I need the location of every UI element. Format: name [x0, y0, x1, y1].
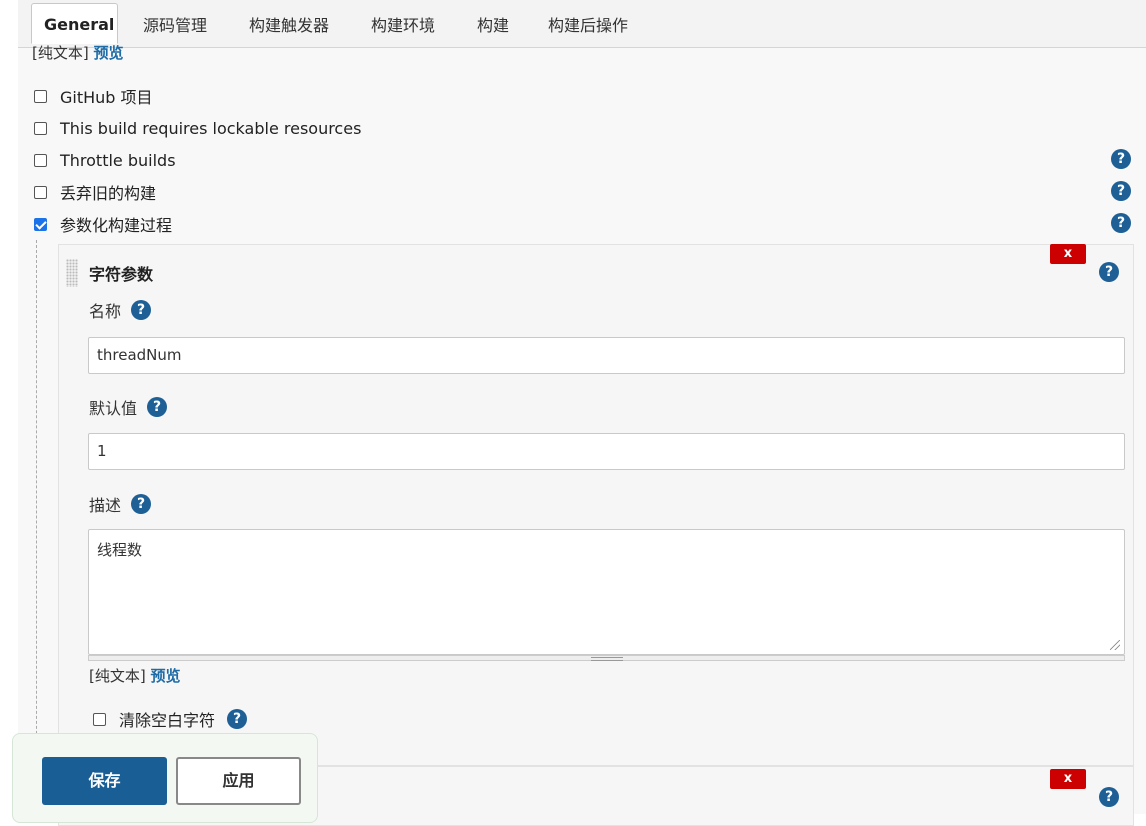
name-input[interactable]: threadNum — [88, 337, 1125, 374]
name-field-label: 名称 ? — [89, 298, 152, 322]
tab-build-triggers[interactable]: 构建触发器 — [249, 12, 329, 36]
option-parameterized-build[interactable]: 参数化构建过程 — [34, 212, 172, 236]
default-value-input[interactable]: 1 — [88, 433, 1125, 470]
checkbox[interactable] — [34, 89, 47, 103]
help-icon[interactable]: ? — [227, 709, 248, 729]
option-lockable-resources[interactable]: This build requires lockable resources — [34, 116, 361, 140]
delete-parameter-button[interactable]: x — [1050, 769, 1086, 789]
option-label: 清除空白字符 — [119, 711, 216, 730]
help-icon[interactable]: ? — [1111, 181, 1131, 201]
delete-parameter-button[interactable]: x — [1050, 244, 1086, 264]
option-label: Throttle builds — [60, 150, 176, 170]
apply-button[interactable]: 应用 — [176, 757, 301, 805]
help-icon[interactable]: ? — [147, 397, 168, 417]
help-icon[interactable]: ? — [1099, 262, 1119, 282]
field-label-text: 默认值 — [89, 399, 138, 418]
plain-text-label: [纯文本] — [32, 44, 89, 62]
option-throttle-builds[interactable]: Throttle builds — [34, 148, 176, 172]
option-label: 参数化构建过程 — [60, 216, 173, 235]
parameter-type-title: 字符参数 — [89, 265, 154, 284]
resize-grip-icon[interactable] — [1110, 640, 1120, 650]
nesting-guide-line — [36, 240, 37, 814]
drag-handle-icon[interactable] — [66, 259, 78, 287]
help-icon[interactable]: ? — [1111, 149, 1131, 169]
save-button[interactable]: 保存 — [42, 757, 167, 805]
help-icon[interactable]: ? — [131, 300, 152, 320]
description-format-hint: [纯文本] 预览 — [32, 42, 124, 63]
option-label: This build requires lockable resources — [60, 118, 362, 138]
help-icon[interactable]: ? — [1099, 787, 1119, 807]
option-trim-whitespace[interactable]: 清除空白字符 ? — [93, 707, 248, 731]
help-icon[interactable]: ? — [1111, 213, 1131, 233]
preview-link[interactable]: 预览 — [151, 667, 181, 685]
description-textarea[interactable]: 线程数 — [88, 529, 1125, 655]
option-discard-old-builds[interactable]: 丢弃旧的构建 — [34, 180, 156, 204]
string-parameter-panel — [58, 244, 1134, 766]
default-value-field-label: 默认值 ? — [89, 395, 168, 419]
checkbox[interactable] — [34, 153, 47, 167]
tab-build-environment[interactable]: 构建环境 — [371, 12, 435, 36]
help-icon[interactable]: ? — [131, 494, 152, 514]
checkbox[interactable] — [93, 712, 106, 726]
option-label: 丢弃旧的构建 — [60, 184, 157, 203]
option-github-project[interactable]: GitHub 项目 — [34, 84, 153, 108]
tab-post-build[interactable]: 构建后操作 — [548, 12, 628, 36]
preview-link[interactable]: 预览 — [94, 44, 124, 62]
field-label-text: 名称 — [89, 302, 122, 321]
option-label: GitHub 项目 — [60, 88, 153, 107]
description-format-hint: [纯文本] 预览 — [89, 665, 181, 686]
description-field-label: 描述 ? — [89, 492, 152, 516]
tab-general[interactable]: General — [31, 3, 118, 44]
checkbox-checked[interactable] — [34, 217, 47, 231]
field-label-text: 描述 — [89, 496, 122, 515]
tab-source-control[interactable]: 源码管理 — [143, 12, 207, 36]
checkbox[interactable] — [34, 185, 47, 199]
textarea-resize-bar[interactable] — [88, 655, 1125, 661]
checkbox[interactable] — [34, 121, 47, 135]
plain-text-label: [纯文本] — [89, 667, 146, 685]
tab-build[interactable]: 构建 — [477, 12, 509, 36]
